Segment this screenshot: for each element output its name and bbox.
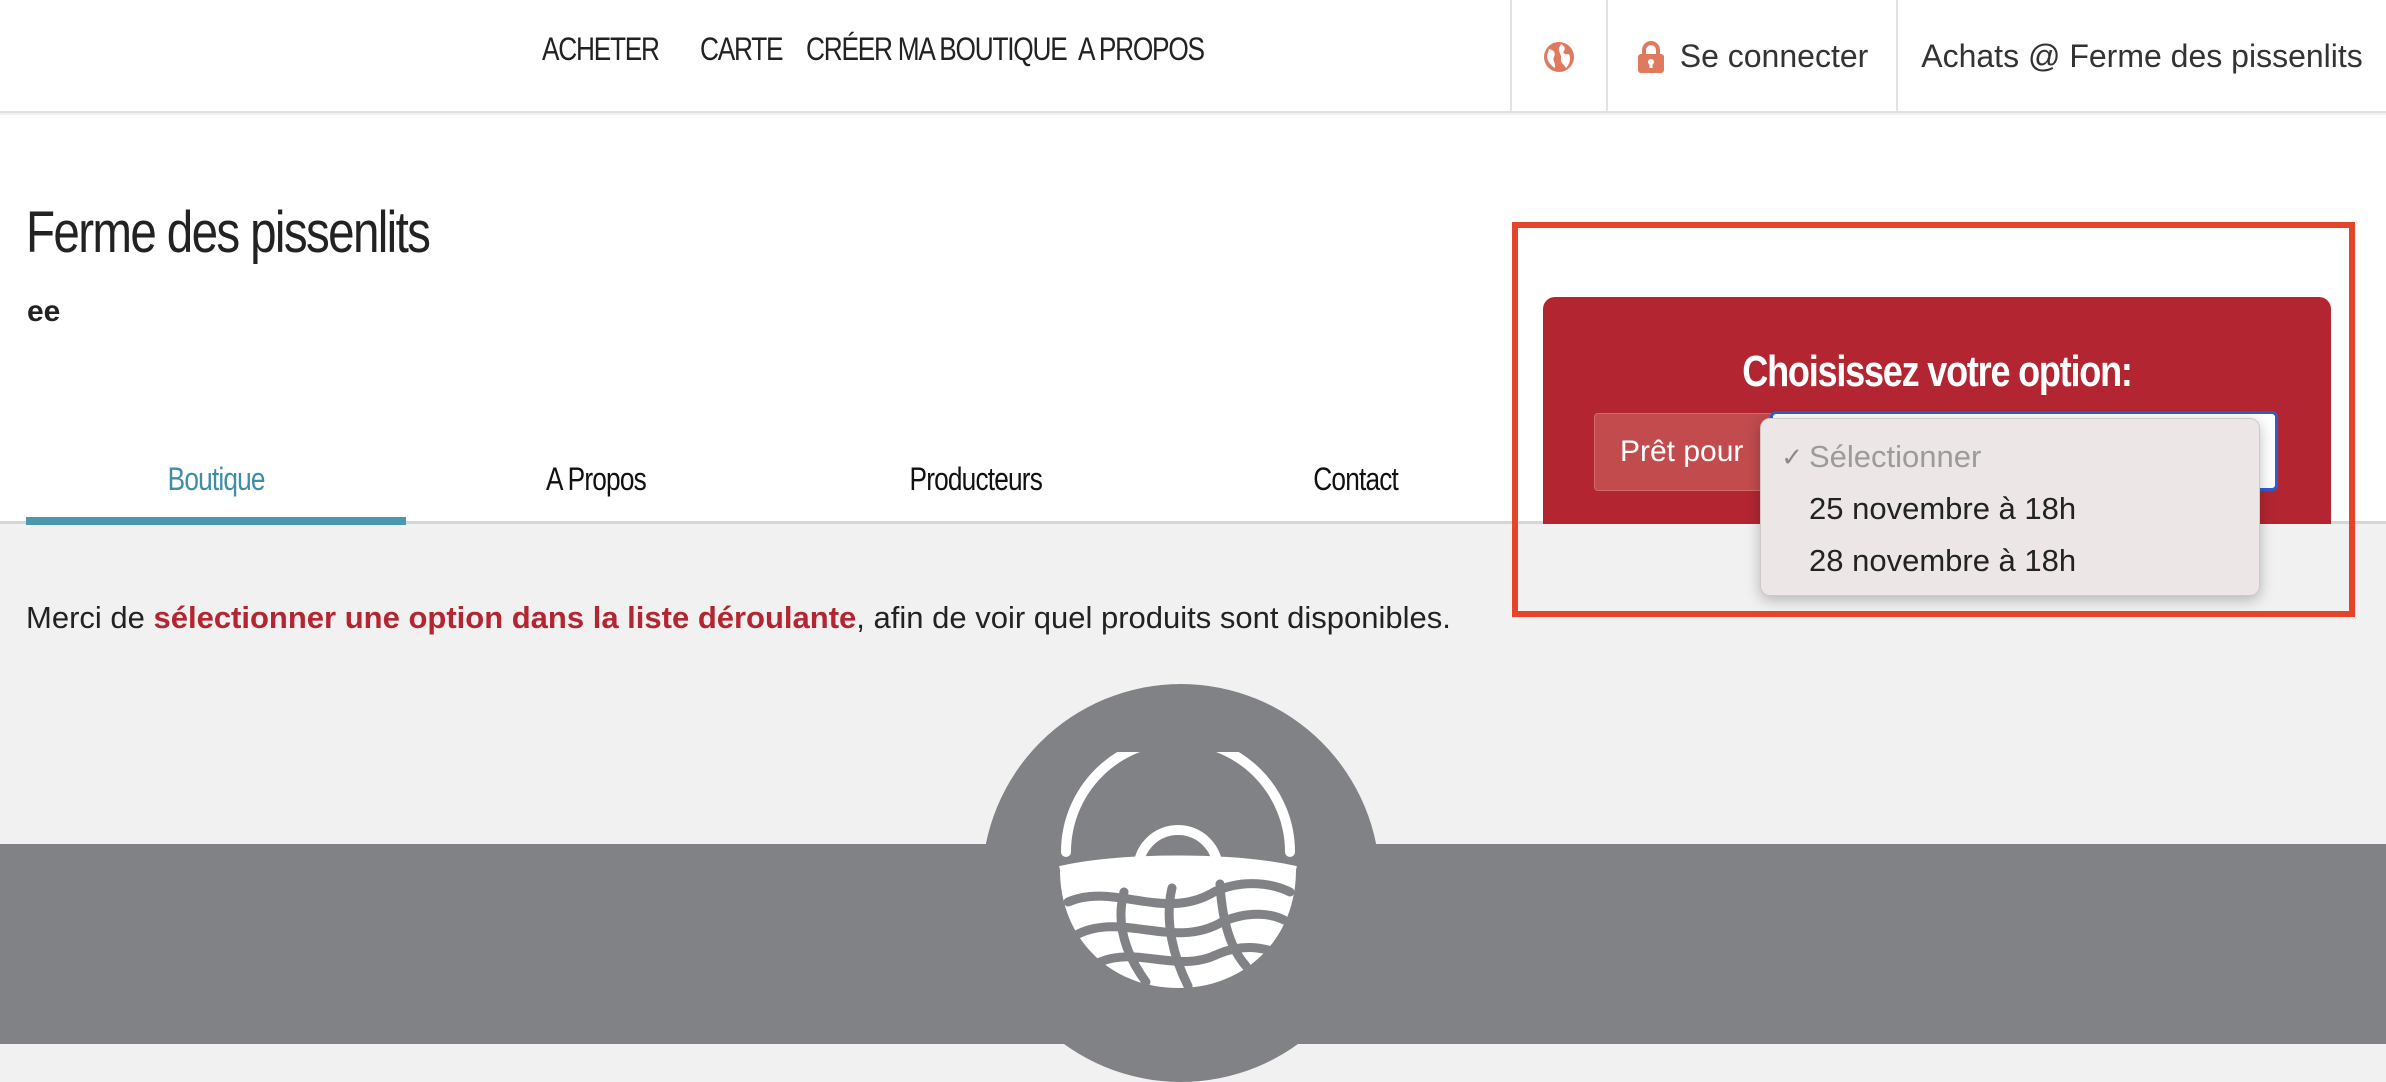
checkmark-icon: ✓	[1781, 441, 1803, 472]
tab-label: A Propos	[546, 461, 647, 497]
nav-link-acheter[interactable]: ACHETER	[542, 31, 660, 68]
tab-producteurs[interactable]: Producteurs	[786, 435, 1166, 524]
nav-link-creer-ma-boutique[interactable]: CRÉER MA BOUTIQUE	[806, 31, 1068, 68]
dropdown-option-label: 25 novembre à 18h	[1809, 491, 2077, 526]
dropdown-option-25-novembre[interactable]: 25 novembre à 18h	[1761, 483, 2259, 535]
nav-link-carte[interactable]: CARTE	[700, 31, 784, 68]
tab-label: Producteurs	[909, 461, 1043, 497]
current-shop-link[interactable]: Achats @ Ferme des pissenlits	[1898, 0, 2386, 113]
shop-subtitle: ee	[27, 295, 61, 328]
tab-label: Contact	[1313, 461, 1400, 497]
info-message-prefix: Merci de	[26, 600, 154, 635]
tab-boutique[interactable]: Boutique	[26, 435, 406, 525]
tab-a-propos[interactable]: A Propos	[406, 435, 786, 524]
dropdown-option-label: 28 novembre à 18h	[1809, 543, 2077, 578]
current-shop-label: Achats @ Ferme des pissenlits	[1921, 38, 2363, 74]
info-message-highlight: sélectionner une option dans la liste dé…	[153, 600, 857, 635]
globe-icon	[1544, 41, 1574, 72]
pickup-date-dropdown: ✓ Sélectionner 25 novembre à 18h 28 nove…	[1760, 418, 2260, 596]
language-button[interactable]	[1512, 0, 1606, 113]
info-message-suffix: , afin de voir quel produits sont dispon…	[856, 600, 1451, 635]
basket-icon	[1059, 752, 1297, 991]
option-panel-title: Choisissez votre option:	[1742, 347, 2133, 396]
lock-icon	[1637, 40, 1664, 73]
nav-link-a-propos[interactable]: A PROPOS	[1078, 31, 1205, 68]
tab-contact[interactable]: Contact	[1166, 435, 1546, 524]
shop-tabs: Boutique A Propos Producteurs Contact	[26, 435, 1546, 525]
login-button[interactable]: Se connecter	[1608, 0, 1896, 113]
main-menu: ACHETER CARTE CRÉER MA BOUTIQUE A PROPOS	[542, 26, 1205, 72]
tab-label: Boutique	[167, 461, 265, 497]
top-navigation: ACHETER CARTE CRÉER MA BOUTIQUE A PROPOS…	[0, 0, 2386, 113]
dropdown-option-28-novembre[interactable]: 28 novembre à 18h	[1761, 535, 2259, 587]
dropdown-option-label: Sélectionner	[1809, 439, 1982, 474]
page-title: Ferme des pissenlits	[26, 200, 431, 265]
dropdown-option-selectionner[interactable]: ✓ Sélectionner	[1761, 431, 2259, 483]
login-label: Se connecter	[1679, 38, 1869, 74]
info-message: Merci de sélectionner une option dans la…	[26, 600, 1451, 636]
